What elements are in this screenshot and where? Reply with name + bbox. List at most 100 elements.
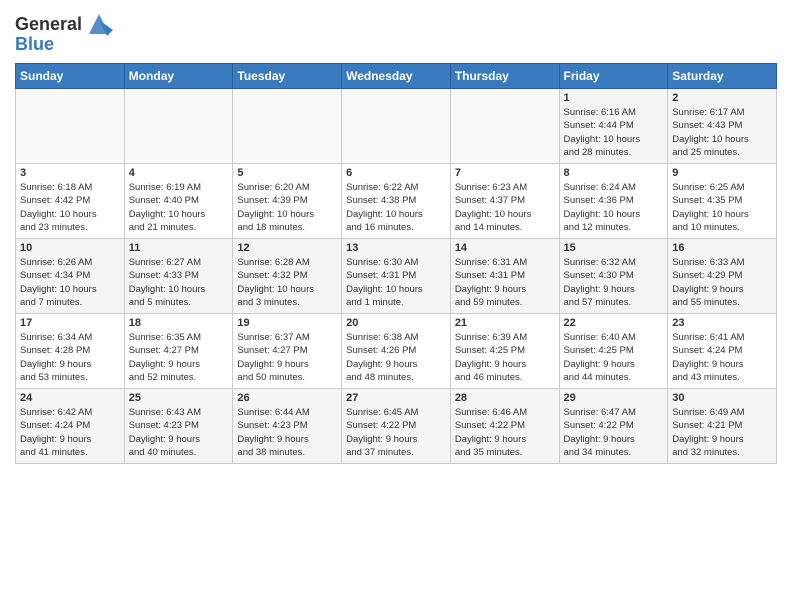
day-info: Sunrise: 6:30 AM Sunset: 4:31 PM Dayligh… (346, 256, 446, 309)
day-info: Sunrise: 6:32 AM Sunset: 4:30 PM Dayligh… (564, 256, 664, 309)
calendar-cell: 9 Sunrise: 6:25 AM Sunset: 4:35 PM Daylig… (668, 164, 777, 239)
calendar-cell: 8 Sunrise: 6:24 AM Sunset: 4:36 PM Daylig… (559, 164, 668, 239)
day-info: Sunrise: 6:45 AM Sunset: 4:22 PM Dayligh… (346, 406, 446, 459)
day-number: 12 (237, 242, 337, 254)
calendar-cell: 26 Sunrise: 6:44 AM Sunset: 4:23 PM Dayli… (233, 389, 342, 464)
calendar-cell: 14Sunrise: 6:31 AM Sunset: 4:31 PM Dayli… (450, 239, 559, 314)
day-info: Sunrise: 6:27 AM Sunset: 4:33 PM Dayligh… (129, 256, 229, 309)
day-info: Sunrise: 6:22 AM Sunset: 4:38 PM Dayligh… (346, 181, 446, 234)
calendar-header-row: SundayMondayTuesdayWednesdayThursdayFrid… (16, 64, 777, 89)
day-info: Sunrise: 6:38 AM Sunset: 4:26 PM Dayligh… (346, 331, 446, 384)
day-number: 11 (129, 242, 229, 254)
calendar-cell: 7 Sunrise: 6:23 AM Sunset: 4:37 PM Daylig… (450, 164, 559, 239)
day-number: 20 (346, 317, 446, 329)
logo: General Blue (15, 10, 113, 55)
day-info: Sunrise: 6:18 AM Sunset: 4:42 PM Dayligh… (20, 181, 120, 234)
day-number: 18 (129, 317, 229, 329)
day-info: Sunrise: 6:26 AM Sunset: 4:34 PM Dayligh… (20, 256, 120, 309)
day-number: 28 (455, 392, 555, 404)
day-info: Sunrise: 6:46 AM Sunset: 4:22 PM Dayligh… (455, 406, 555, 459)
calendar-table: SundayMondayTuesdayWednesdayThursdayFrid… (15, 63, 777, 464)
day-number: 15 (564, 242, 664, 254)
calendar-cell: 21 Sunrise: 6:39 AM Sunset: 4:25 PM Dayli… (450, 314, 559, 389)
logo-general-text: General (15, 14, 82, 35)
calendar-cell: 30Sunrise: 6:49 AM Sunset: 4:21 PM Dayli… (668, 389, 777, 464)
calendar-cell: 4 Sunrise: 6:19 AM Sunset: 4:40 PM Daylig… (124, 164, 233, 239)
day-number: 4 (129, 167, 229, 179)
day-number: 13 (346, 242, 446, 254)
day-info: Sunrise: 6:31 AM Sunset: 4:31 PM Dayligh… (455, 256, 555, 309)
day-info: Sunrise: 6:24 AM Sunset: 4:36 PM Dayligh… (564, 181, 664, 234)
day-number: 26 (237, 392, 337, 404)
calendar-cell: 16 Sunrise: 6:33 AM Sunset: 4:29 PM Dayli… (668, 239, 777, 314)
day-number: 2 (672, 92, 772, 104)
calendar-cell: 28 Sunrise: 6:46 AM Sunset: 4:22 PM Dayli… (450, 389, 559, 464)
day-number: 17 (20, 317, 120, 329)
day-of-week-header: Saturday (668, 64, 777, 89)
calendar-cell: 22 Sunrise: 6:40 AM Sunset: 4:25 PM Dayli… (559, 314, 668, 389)
calendar-week-row: 1Sunrise: 6:16 AM Sunset: 4:44 PM Daylig… (16, 89, 777, 164)
day-info: Sunrise: 6:37 AM Sunset: 4:27 PM Dayligh… (237, 331, 337, 384)
day-of-week-header: Sunday (16, 64, 125, 89)
calendar-cell: 11 Sunrise: 6:27 AM Sunset: 4:33 PM Dayli… (124, 239, 233, 314)
calendar-cell (124, 89, 233, 164)
calendar-cell: 20 Sunrise: 6:38 AM Sunset: 4:26 PM Dayli… (342, 314, 451, 389)
day-number: 30 (672, 392, 772, 404)
calendar-cell: 19Sunrise: 6:37 AM Sunset: 4:27 PM Dayli… (233, 314, 342, 389)
day-number: 10 (20, 242, 120, 254)
day-of-week-header: Thursday (450, 64, 559, 89)
day-info: Sunrise: 6:39 AM Sunset: 4:25 PM Dayligh… (455, 331, 555, 384)
day-number: 9 (672, 167, 772, 179)
day-info: Sunrise: 6:34 AM Sunset: 4:28 PM Dayligh… (20, 331, 120, 384)
calendar-cell: 27 Sunrise: 6:45 AM Sunset: 4:22 PM Dayli… (342, 389, 451, 464)
calendar-cell: 2 Sunrise: 6:17 AM Sunset: 4:43 PM Daylig… (668, 89, 777, 164)
main-container: General Blue SundayMondayTuesdayWednesda… (0, 0, 792, 469)
day-number: 16 (672, 242, 772, 254)
day-info: Sunrise: 6:25 AM Sunset: 4:35 PM Dayligh… (672, 181, 772, 234)
day-info: Sunrise: 6:44 AM Sunset: 4:23 PM Dayligh… (237, 406, 337, 459)
calendar-cell: 13 Sunrise: 6:30 AM Sunset: 4:31 PM Dayli… (342, 239, 451, 314)
day-info: Sunrise: 6:23 AM Sunset: 4:37 PM Dayligh… (455, 181, 555, 234)
calendar-cell (450, 89, 559, 164)
day-info: Sunrise: 6:19 AM Sunset: 4:40 PM Dayligh… (129, 181, 229, 234)
day-info: Sunrise: 6:28 AM Sunset: 4:32 PM Dayligh… (237, 256, 337, 309)
day-number: 5 (237, 167, 337, 179)
day-number: 25 (129, 392, 229, 404)
day-number: 21 (455, 317, 555, 329)
calendar-cell: 23Sunrise: 6:41 AM Sunset: 4:24 PM Dayli… (668, 314, 777, 389)
calendar-cell (16, 89, 125, 164)
calendar-week-row: 10 Sunrise: 6:26 AM Sunset: 4:34 PM Dayli… (16, 239, 777, 314)
day-of-week-header: Tuesday (233, 64, 342, 89)
day-of-week-header: Monday (124, 64, 233, 89)
logo-icon (85, 10, 113, 38)
day-info: Sunrise: 6:33 AM Sunset: 4:29 PM Dayligh… (672, 256, 772, 309)
calendar-cell: 1Sunrise: 6:16 AM Sunset: 4:44 PM Daylig… (559, 89, 668, 164)
calendar-week-row: 24 Sunrise: 6:42 AM Sunset: 4:24 PM Dayli… (16, 389, 777, 464)
day-number: 3 (20, 167, 120, 179)
calendar-cell: 29Sunrise: 6:47 AM Sunset: 4:22 PM Dayli… (559, 389, 668, 464)
day-number: 7 (455, 167, 555, 179)
logo-blue-text: Blue (15, 34, 54, 55)
day-number: 8 (564, 167, 664, 179)
day-of-week-header: Wednesday (342, 64, 451, 89)
calendar-cell: 24 Sunrise: 6:42 AM Sunset: 4:24 PM Dayli… (16, 389, 125, 464)
header: General Blue (15, 10, 777, 55)
day-number: 22 (564, 317, 664, 329)
calendar-cell (233, 89, 342, 164)
day-info: Sunrise: 6:47 AM Sunset: 4:22 PM Dayligh… (564, 406, 664, 459)
day-info: Sunrise: 6:40 AM Sunset: 4:25 PM Dayligh… (564, 331, 664, 384)
day-info: Sunrise: 6:35 AM Sunset: 4:27 PM Dayligh… (129, 331, 229, 384)
day-number: 23 (672, 317, 772, 329)
day-number: 6 (346, 167, 446, 179)
day-number: 27 (346, 392, 446, 404)
day-info: Sunrise: 6:43 AM Sunset: 4:23 PM Dayligh… (129, 406, 229, 459)
day-info: Sunrise: 6:16 AM Sunset: 4:44 PM Dayligh… (564, 106, 664, 159)
day-info: Sunrise: 6:42 AM Sunset: 4:24 PM Dayligh… (20, 406, 120, 459)
day-number: 24 (20, 392, 120, 404)
day-of-week-header: Friday (559, 64, 668, 89)
day-info: Sunrise: 6:20 AM Sunset: 4:39 PM Dayligh… (237, 181, 337, 234)
calendar-week-row: 3 Sunrise: 6:18 AM Sunset: 4:42 PM Daylig… (16, 164, 777, 239)
calendar-cell: 12 Sunrise: 6:28 AM Sunset: 4:32 PM Dayli… (233, 239, 342, 314)
day-info: Sunrise: 6:17 AM Sunset: 4:43 PM Dayligh… (672, 106, 772, 159)
calendar-cell (342, 89, 451, 164)
